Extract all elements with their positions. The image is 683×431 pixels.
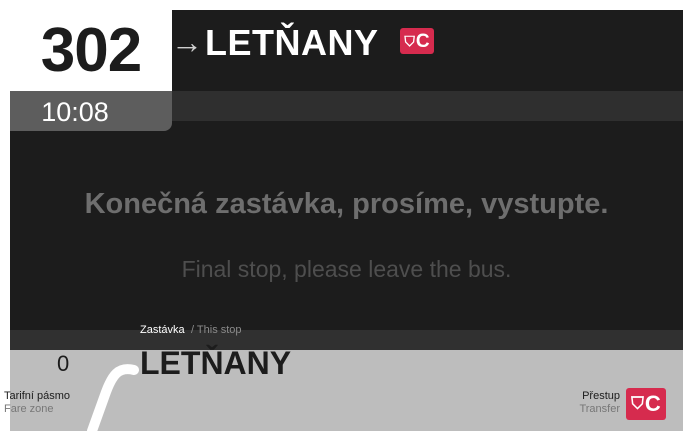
transfer-label-cz: Přestup <box>582 390 620 402</box>
this-stop-label-en: / This stop <box>191 324 242 336</box>
fare-zone-label-en: Fare zone <box>4 403 54 415</box>
route-number: 302 <box>40 16 142 85</box>
metro-c-icon: ⛉ C <box>400 28 434 54</box>
metro-symbol-icon: ⛉ <box>631 394 644 413</box>
current-time: 10:08 <box>41 97 109 127</box>
route-number-box: 302 <box>10 10 172 91</box>
final-stop-message-cz: Konečná zastávka, prosíme, vystupte. <box>84 188 609 220</box>
transfer-label-en: Transfer <box>579 403 620 415</box>
destination-name: LETŇANY <box>205 22 379 63</box>
header-strip <box>172 91 683 121</box>
clock-box: 10:08 <box>10 91 172 131</box>
transfer-metro-c-icon: ⛉ C <box>626 388 666 420</box>
metro-line-letter: C <box>644 391 661 416</box>
stop-label-bar <box>10 330 683 350</box>
final-stop-message-en: Final stop, please leave the bus. <box>181 256 512 282</box>
metro-line-letter: C <box>415 30 430 52</box>
direction-arrow-icon: → <box>171 24 203 60</box>
this-stop-label-cz: Zastávka <box>140 324 185 336</box>
current-stop-name: LETŇANY <box>140 345 292 381</box>
route-line-icon <box>87 364 139 431</box>
metro-symbol-icon: ⛉ <box>404 32 415 49</box>
